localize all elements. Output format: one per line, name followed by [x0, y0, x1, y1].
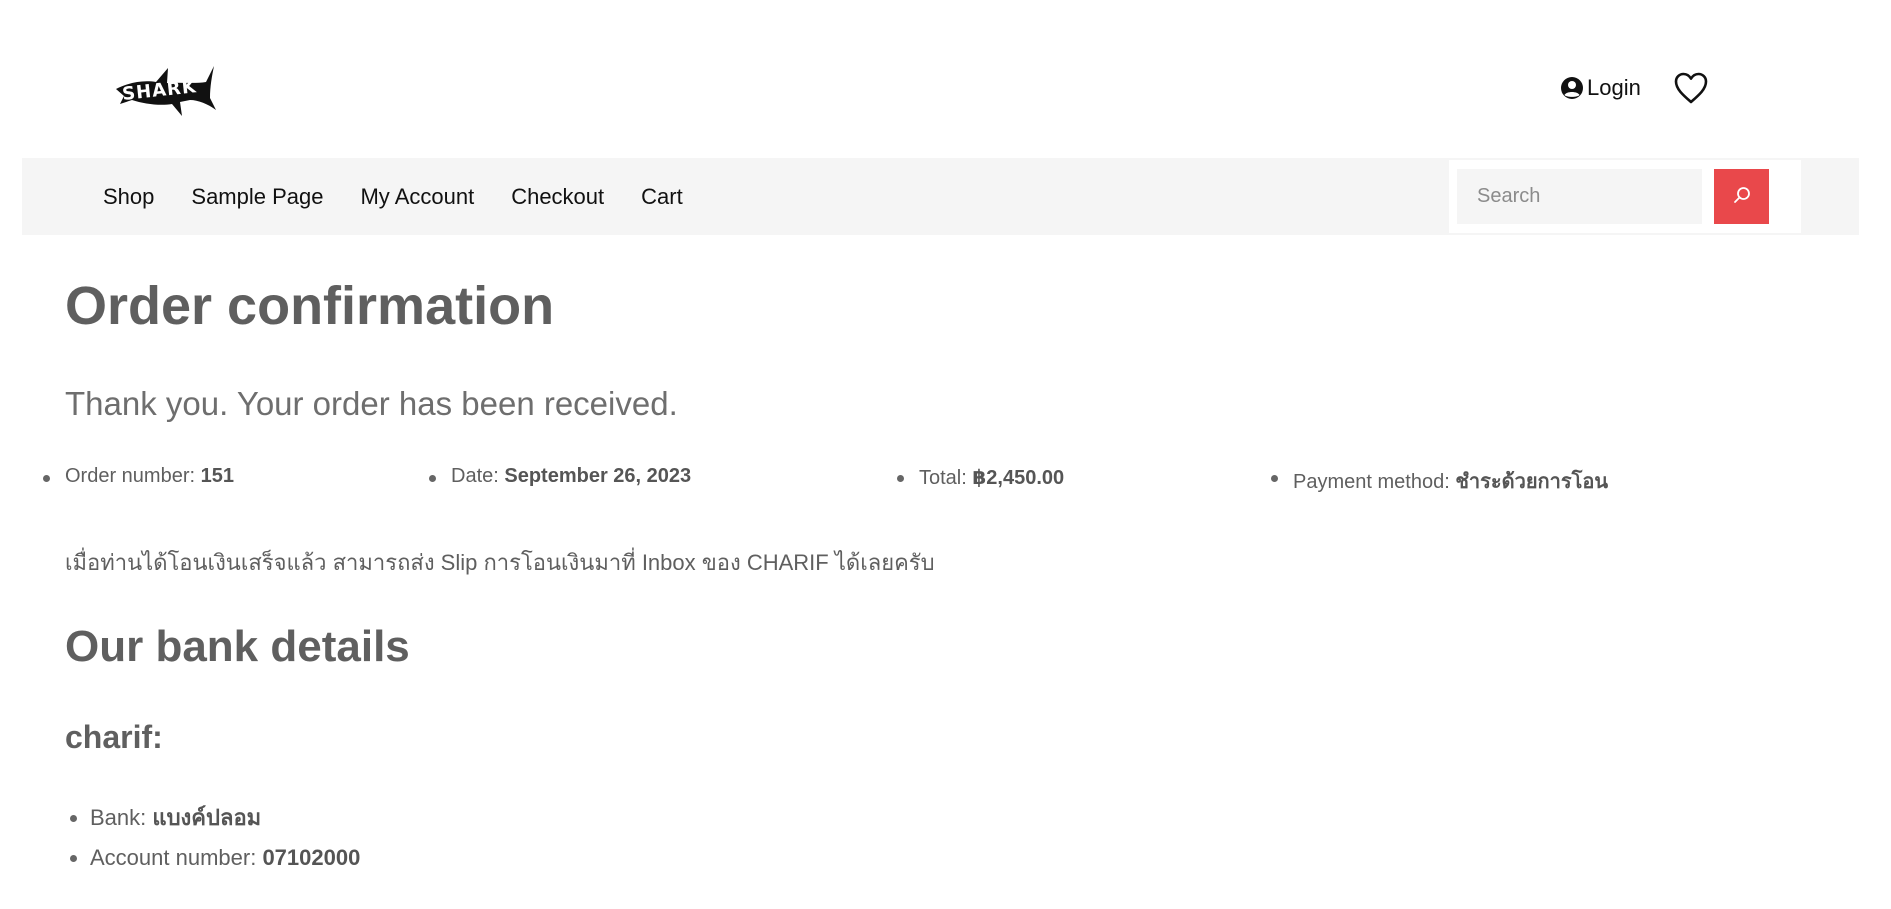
nav-item-shop[interactable]: Shop	[103, 184, 154, 210]
payment-method-item: Payment method: ชำระด้วยการโอน	[1270, 465, 1609, 497]
bank-account-name: charif:	[65, 719, 163, 755]
nav-item-checkout[interactable]: Checkout	[511, 184, 604, 210]
payment-method-value: ชำระด้วยการโอน	[1455, 471, 1609, 493]
account-number-label: Account number:	[90, 845, 257, 870]
order-number-label: Order number:	[65, 465, 196, 487]
site-header: SHARK Login	[0, 0, 1891, 158]
nav-item-sample-page[interactable]: Sample Page	[191, 184, 323, 210]
order-total-value: ฿2,450.00	[972, 467, 1065, 489]
shark-logo[interactable]: SHARK	[110, 58, 220, 120]
payment-method-label: Payment method:	[1293, 471, 1450, 493]
main-navigation: Shop Sample Page My Account Checkout Car…	[22, 158, 1859, 235]
search-button[interactable]	[1714, 169, 1769, 224]
order-total-item: Total: ฿2,450.00	[896, 465, 1065, 490]
page-title: Order confirmation	[65, 276, 555, 336]
search-input[interactable]	[1457, 169, 1702, 224]
order-date-value: September 26, 2023	[504, 465, 692, 487]
bank-name-value: แบงค์ปลอม	[152, 805, 262, 830]
heart-icon[interactable]	[1673, 71, 1709, 105]
user-circle-icon	[1560, 76, 1584, 100]
bank-details-title: Our bank details	[65, 622, 410, 671]
nav-item-my-account[interactable]: My Account	[360, 184, 474, 210]
header-actions: Login	[1560, 70, 1709, 106]
search-icon	[1732, 185, 1752, 208]
bank-name-label: Bank:	[90, 805, 147, 830]
order-number-item: Order number: 151	[43, 465, 234, 488]
login-link[interactable]: Login	[1560, 75, 1641, 101]
bank-details-list: Bank: แบงค์ปลอม Account number: 07102000	[69, 798, 361, 878]
order-total-label: Total:	[919, 467, 967, 489]
account-number-value: 07102000	[262, 845, 361, 870]
order-overview: Order number: 151 Date: September 26, 20…	[0, 465, 1891, 495]
account-number-item: Account number: 07102000	[69, 838, 361, 878]
order-date-item: Date: September 26, 2023	[428, 465, 692, 488]
order-number-value: 151	[200, 465, 234, 487]
nav-item-cart[interactable]: Cart	[641, 184, 683, 210]
thank-you-notice: Thank you. Your order has been received.	[65, 385, 678, 422]
payment-instructions: เมื่อท่านได้โอนเงินเสร็จแล้ว สามารถส่ง S…	[65, 550, 935, 575]
login-label: Login	[1587, 75, 1641, 100]
shark-logo-graphic: SHARK	[116, 66, 216, 116]
order-date-label: Date:	[451, 465, 499, 487]
search-form	[1449, 160, 1801, 233]
nav-menu: Shop Sample Page My Account Checkout Car…	[103, 158, 720, 235]
bank-name-item: Bank: แบงค์ปลอม	[69, 798, 360, 838]
